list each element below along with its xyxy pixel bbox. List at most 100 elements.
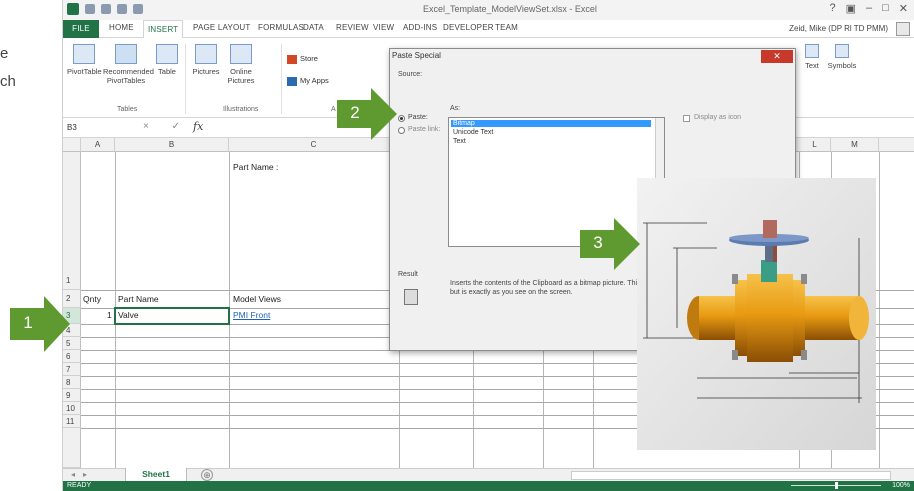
callout-arrow-3: 3 <box>580 218 640 270</box>
sheet-nav-arrows[interactable]: ◂▸ <box>71 470 95 479</box>
ribbon-display-button[interactable]: ▣ <box>846 2 856 15</box>
add-sheet-button[interactable]: ⊕ <box>201 469 213 481</box>
my-apps-button[interactable]: My Apps <box>287 76 329 86</box>
table-label: Table <box>158 67 176 76</box>
pictures-icon <box>195 44 217 64</box>
row-header-8[interactable]: 8 <box>63 376 81 389</box>
redo-icon[interactable] <box>117 4 127 14</box>
recommended-pivottables-button[interactable]: Recommended PivotTables <box>103 44 154 85</box>
display-as-icon-label[interactable]: Display as icon <box>694 114 741 121</box>
pivottable-button[interactable]: PivotTable <box>67 44 102 76</box>
list-item-unicode-text[interactable]: Unicode Text <box>451 129 495 136</box>
sheet-tab-sheet1[interactable]: Sheet1 <box>125 468 187 482</box>
recommended-pivottables-label: Recommended PivotTables <box>103 67 154 85</box>
dialog-close-button[interactable]: ✕ <box>761 50 793 63</box>
status-ready: READY <box>67 482 92 489</box>
side-text-line1: e <box>0 45 9 62</box>
text-button[interactable]: Text <box>801 44 823 70</box>
display-as-icon-checkbox[interactable] <box>683 115 690 122</box>
store-icon <box>287 54 297 64</box>
excel-logo-icon <box>67 3 79 15</box>
col-header-l[interactable]: L <box>799 138 831 152</box>
cell-header-qnty[interactable]: Qnty <box>83 294 101 304</box>
tab-view[interactable]: VIEW <box>373 23 394 32</box>
selected-cell-b3 <box>114 307 230 325</box>
row-header-9[interactable]: 9 <box>63 389 81 402</box>
name-box[interactable]: B3 <box>67 121 117 135</box>
customize-qat-icon[interactable] <box>133 4 143 14</box>
tab-home[interactable]: HOME <box>109 23 134 32</box>
pictures-label: Pictures <box>192 67 220 76</box>
tab-team[interactable]: TEAM <box>495 23 518 32</box>
title-bar: Excel_Template_ModelViewSet.xlsx - Excel… <box>63 0 914 20</box>
online-pictures-label: Online Pictures <box>227 67 255 85</box>
cell-row3-qty[interactable]: 1 <box>107 310 112 320</box>
pictures-button[interactable]: Pictures <box>191 44 221 76</box>
recommended-pivottables-icon <box>115 44 137 64</box>
select-all-corner[interactable] <box>63 138 81 152</box>
formula-buttons[interactable]: × ✓ <box>143 121 190 132</box>
col-header-c[interactable]: C <box>229 138 399 152</box>
dialog-title: Paste Special <box>390 49 795 65</box>
zoom-slider-thumb[interactable] <box>835 482 838 489</box>
row-header-11[interactable]: 11 <box>63 415 81 428</box>
store-label: Store <box>300 54 318 63</box>
tab-add-ins[interactable]: ADD-INS <box>403 23 437 32</box>
minimize-button[interactable]: – <box>866 2 872 15</box>
tab-data[interactable]: DATA <box>303 23 324 32</box>
row-header-1[interactable]: 1 <box>63 152 81 290</box>
store-button[interactable]: Store <box>287 54 318 64</box>
tab-formulas[interactable]: FORMULAS <box>258 23 304 32</box>
callout-number-2: 2 <box>350 103 360 122</box>
help-button[interactable]: ? <box>829 2 835 15</box>
maximize-button[interactable]: □ <box>882 2 889 15</box>
callout-arrow-1: 1 <box>10 296 70 352</box>
tab-page-layout[interactable]: PAGE LAYOUT <box>193 23 250 32</box>
avatar[interactable] <box>896 22 910 36</box>
col-header-n[interactable] <box>879 138 914 152</box>
row-header-7[interactable]: 7 <box>63 363 81 376</box>
cell-row3-view-link[interactable]: PMI Front <box>233 310 270 320</box>
undo-icon[interactable] <box>101 4 111 14</box>
row-header-12 <box>63 428 81 468</box>
col-header-b[interactable]: B <box>115 138 229 152</box>
as-label: As: <box>450 105 461 112</box>
text-label: Text <box>805 61 819 70</box>
window-controls: ? ▣ – □ ✕ <box>829 2 908 15</box>
user-name[interactable]: Zeid, Mike (DP Rl TD PMM) <box>789 24 888 33</box>
online-pictures-button[interactable]: Online Pictures <box>223 44 259 85</box>
list-item-text[interactable]: Text <box>451 138 468 145</box>
row-header-10[interactable]: 10 <box>63 402 81 415</box>
save-icon[interactable] <box>85 4 95 14</box>
list-item-bitmap[interactable]: Bitmap <box>451 120 651 127</box>
symbols-button[interactable]: Symbols <box>825 44 859 70</box>
clipboard-icon <box>404 289 418 305</box>
table-icon <box>156 44 178 64</box>
cell-header-part-name[interactable]: Part Name <box>118 294 159 304</box>
paste-link-radio[interactable] <box>398 127 405 134</box>
cell-header-model-views[interactable]: Model Views <box>233 294 281 304</box>
ribbon-tabs: FILE HOME INSERT PAGE LAYOUT FORMULAS DA… <box>63 20 914 39</box>
close-button[interactable]: ✕ <box>899 2 908 15</box>
paste-radio-label[interactable]: Paste: <box>408 114 428 121</box>
col-header-a[interactable]: A <box>81 138 115 152</box>
tab-file[interactable]: FILE <box>63 20 99 38</box>
horizontal-scrollbar[interactable] <box>571 471 891 480</box>
insert-function-icon[interactable]: fx <box>193 120 203 133</box>
paste-radio[interactable] <box>398 115 405 122</box>
tab-insert[interactable]: INSERT <box>143 20 184 39</box>
tab-developer[interactable]: DEVELOPER <box>443 23 494 32</box>
status-bar: READY 100% <box>63 481 914 491</box>
zoom-level[interactable]: 100% <box>892 481 910 491</box>
tab-review[interactable]: REVIEW <box>336 23 369 32</box>
table-button[interactable]: Table <box>153 44 181 76</box>
symbols-label: Symbols <box>827 61 857 70</box>
valve-model-image <box>637 178 876 450</box>
group-separator <box>185 44 186 114</box>
group-tables-label: Tables <box>117 106 138 113</box>
quick-access-toolbar <box>67 3 143 15</box>
cell-part-name-label[interactable]: Part Name : <box>233 162 278 172</box>
result-label: Result <box>398 271 418 278</box>
paste-link-radio-label[interactable]: Paste link: <box>408 126 440 133</box>
col-header-m[interactable]: M <box>831 138 879 152</box>
